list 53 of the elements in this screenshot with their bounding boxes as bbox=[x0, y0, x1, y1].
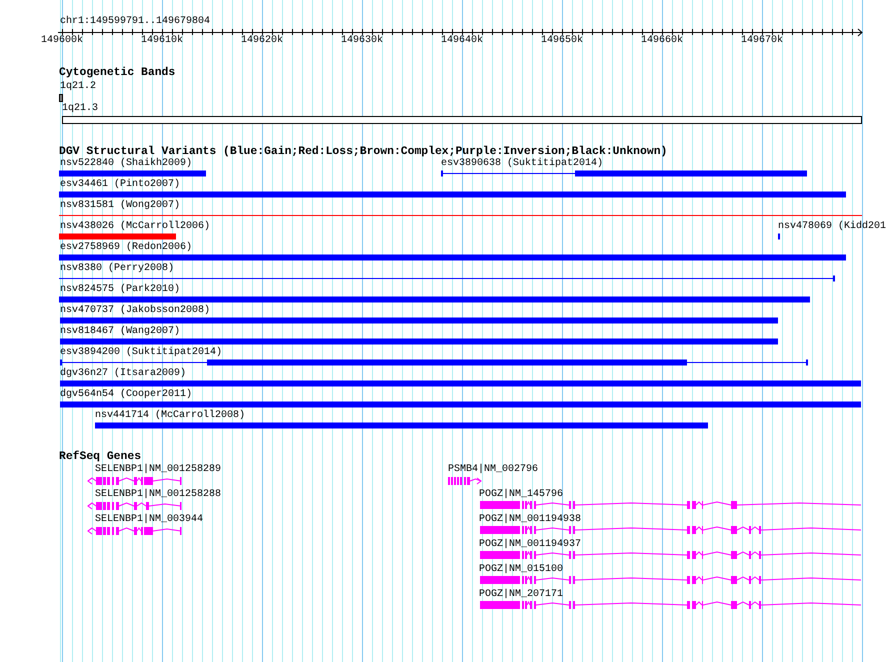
gene-label: SELENBP1|NM_001258288 bbox=[95, 489, 222, 500]
variant-label: dgv564n54 (Cooper2011) bbox=[60, 389, 192, 400]
tick-label: 149610k bbox=[141, 35, 184, 46]
band-label: 1q21.3 bbox=[62, 103, 98, 114]
variant-bar[interactable] bbox=[95, 422, 710, 429]
variant-label: dgv36n27 (Itsara2009) bbox=[60, 368, 186, 379]
variant-label: nsv470737 (Jakobsson2008) bbox=[60, 305, 210, 316]
variant-bar[interactable] bbox=[60, 359, 808, 366]
variant-bar[interactable] bbox=[59, 191, 848, 198]
variant-label: esv3894200 (Suktitipat2014) bbox=[60, 347, 222, 358]
variant-bar[interactable] bbox=[59, 170, 208, 177]
variant-label: nsv831581 (Wong2007) bbox=[60, 200, 180, 211]
gene-label: SELENBP1|NM_003944 bbox=[95, 514, 204, 525]
variant-label: esv2758969 (Redon2006) bbox=[60, 242, 192, 253]
variant-label: nsv441714 (McCarroll2008) bbox=[95, 410, 246, 421]
variant-label: nsv818467 (Wang2007) bbox=[60, 326, 180, 337]
track-title: Cytogenetic Bands bbox=[59, 67, 176, 79]
location-label: chr1:149599791..149679804 bbox=[60, 16, 210, 27]
tick-label: 149640k bbox=[441, 35, 484, 46]
track-title: RefSeq Genes bbox=[59, 451, 142, 463]
variant-label: nsv522840 (Shaikh2009) bbox=[60, 158, 192, 169]
variant-bar[interactable] bbox=[60, 338, 780, 345]
band-label: 1q21.2 bbox=[60, 81, 96, 92]
tick-label: 149630k bbox=[341, 35, 384, 46]
variant-bar[interactable] bbox=[59, 296, 812, 303]
variant-bar[interactable] bbox=[59, 275, 835, 282]
variant-bar[interactable] bbox=[778, 233, 782, 240]
track-title: DGV Structural Variants (Blue:Gain;Red:Loss;Brown:Complex;Purple:Inversion;Black:Unknown) bbox=[59, 146, 668, 158]
variant-bar[interactable] bbox=[59, 233, 178, 240]
variant-bar[interactable] bbox=[441, 170, 809, 177]
variant-label: nsv478069 (Kidd201 bbox=[778, 221, 886, 232]
gene-label: SELENBP1|NM_001258289 bbox=[95, 464, 222, 475]
gene-label: POGZ|NM_015100 bbox=[479, 564, 564, 575]
variant-bar[interactable] bbox=[59, 254, 848, 261]
gene-label: PSMB4|NM_002796 bbox=[448, 464, 538, 475]
variant-label: nsv438026 (McCarroll2006) bbox=[60, 221, 210, 232]
variant-bar[interactable] bbox=[59, 212, 864, 219]
variant-label: nsv8380 (Perry2008) bbox=[60, 263, 174, 274]
variant-bar[interactable] bbox=[60, 317, 780, 324]
variant-bar[interactable] bbox=[60, 401, 863, 408]
tick-label: 149650k bbox=[541, 35, 584, 46]
gene-label: POGZ|NM_001194938 bbox=[479, 514, 582, 525]
variant-bar[interactable] bbox=[60, 380, 863, 387]
variant-label: esv34461 (Pinto2007) bbox=[60, 179, 180, 190]
gene-label: POGZ|NM_145796 bbox=[479, 489, 564, 500]
tick-label: 149600k bbox=[41, 35, 84, 46]
variant-label: nsv824575 (Park2010) bbox=[60, 284, 180, 295]
tick-label: 149620k bbox=[241, 35, 284, 46]
tick-label: 149660k bbox=[641, 35, 684, 46]
variant-label: esv3890638 (Suktitipat2014) bbox=[441, 158, 604, 169]
gene-label: POGZ|NM_001194937 bbox=[479, 539, 582, 550]
gene-label: POGZ|NM_207171 bbox=[479, 589, 564, 600]
tick-label: 149670k bbox=[741, 35, 784, 46]
